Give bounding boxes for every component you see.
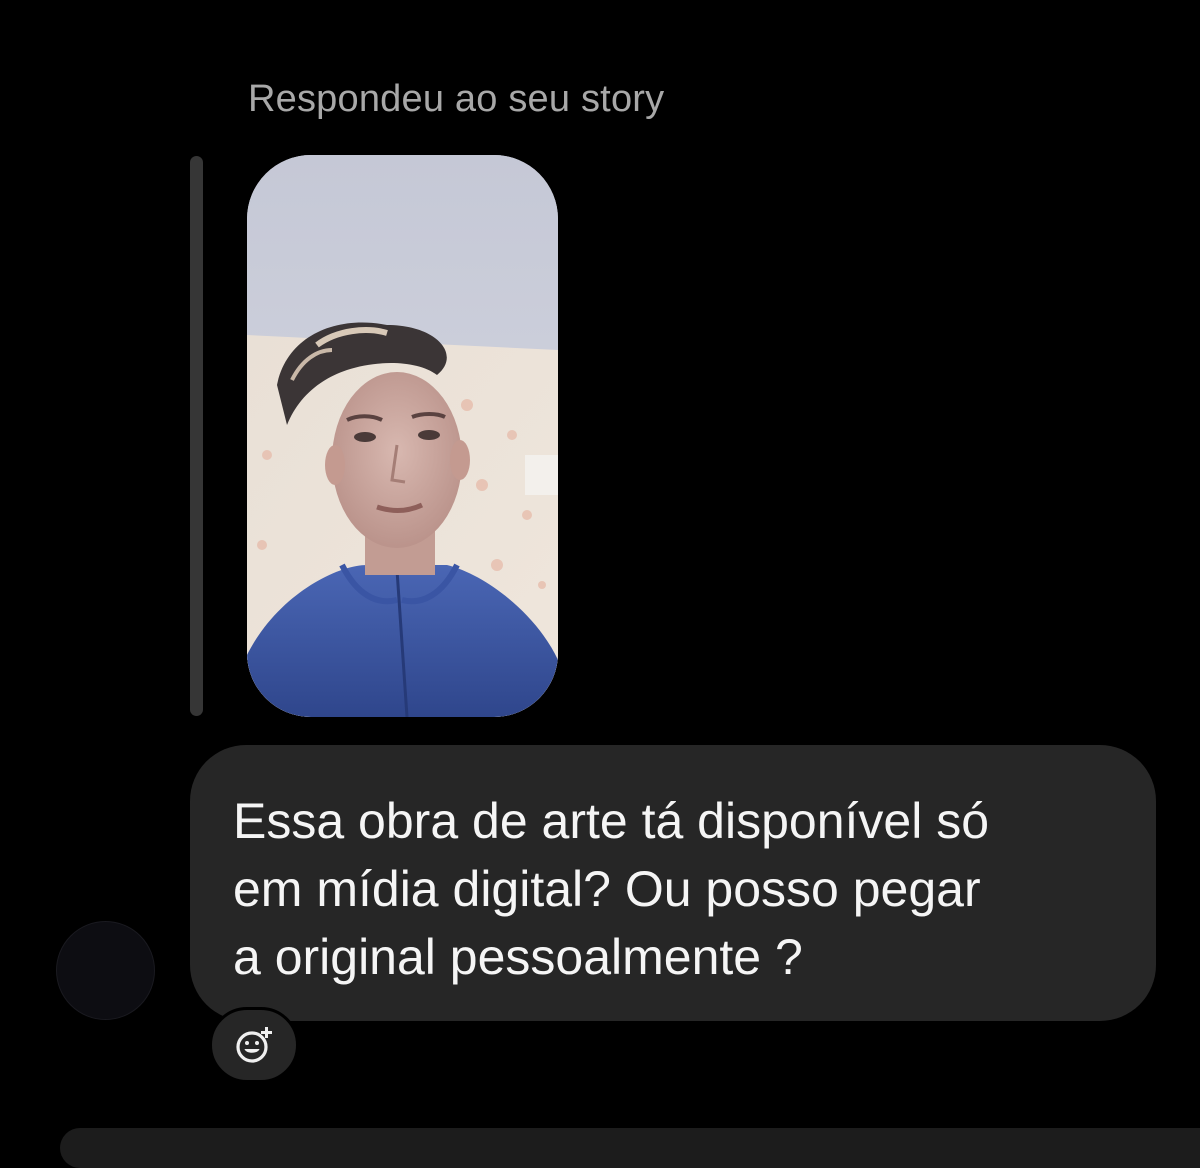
story-quote-bar — [190, 156, 203, 716]
story-reply-label: Respondeu ao seu story — [248, 78, 665, 120]
message-line-3: a original pessoalmente ? — [233, 929, 803, 985]
message-line-2: em mídia digital? Ou posso pegar — [233, 861, 981, 917]
composer-edge — [60, 1128, 1200, 1168]
message-bubble[interactable]: Essa obra de arte tá disponível só em mí… — [190, 745, 1156, 1021]
story-photo-image — [247, 155, 558, 717]
message-line-1: Essa obra de arte tá disponível só — [233, 793, 990, 849]
sender-avatar[interactable] — [56, 921, 155, 1020]
message-text: Essa obra de arte tá disponível só em mí… — [233, 787, 1116, 991]
add-reaction-smiley-icon — [236, 1027, 272, 1063]
add-reaction-button[interactable] — [209, 1007, 299, 1083]
story-thumbnail[interactable] — [247, 155, 558, 717]
